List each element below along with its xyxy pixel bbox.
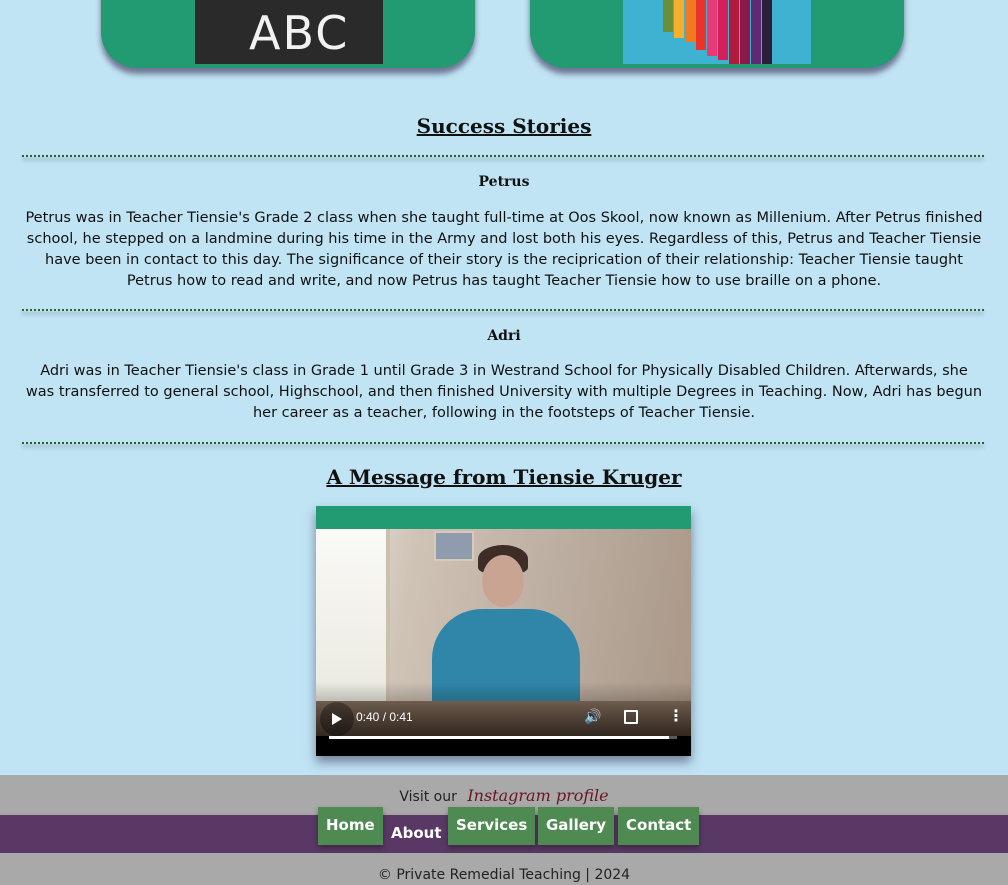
chalkboard-abc-image: ABC: [195, 0, 383, 64]
video-wall-picture: [434, 531, 474, 561]
play-icon[interactable]: [332, 713, 342, 725]
divider: [22, 309, 984, 311]
service-card-right: [530, 0, 904, 68]
nav-gallery[interactable]: Gallery: [538, 807, 615, 845]
divider: [22, 155, 984, 157]
instagram-link[interactable]: Instagram profile: [467, 786, 608, 805]
nav-services[interactable]: Services: [448, 807, 536, 845]
instagram-prefix: Visit our: [399, 789, 457, 805]
nav-about[interactable]: About: [383, 815, 450, 853]
footer-copyright: © Private Remedial Teaching | 2024: [377, 867, 631, 883]
chalkboard-text: ABC: [249, 6, 350, 60]
story-name-adri: Adri: [487, 328, 521, 344]
story-name-petrus: Petrus: [478, 174, 530, 190]
volume-icon[interactable]: 🔊: [584, 709, 601, 725]
main-nav: Home About Services Gallery Contact: [0, 807, 1008, 853]
nav-contact[interactable]: Contact: [618, 807, 700, 845]
message-title: A Message from Tiensie Kruger: [326, 465, 682, 489]
fullscreen-icon[interactable]: [624, 710, 638, 724]
video-top-bar: [316, 506, 691, 529]
nav-home[interactable]: Home: [318, 807, 383, 845]
story-text-adri: Adri was in Teacher Tiensie's class in G…: [25, 363, 983, 421]
colored-pencils-image: [623, 0, 811, 64]
footer: © Private Remedial Teaching | 2024: [0, 853, 1008, 885]
success-stories-title: Success Stories: [416, 114, 592, 138]
video-controls: 0:40 / 0:41 🔊 ⋮: [316, 682, 691, 739]
video-time: 0:40 / 0:41: [356, 710, 413, 724]
pencils-group: [663, 0, 773, 64]
service-card-left: ABC: [101, 0, 475, 68]
video-person-head: [482, 555, 524, 607]
divider: [22, 442, 984, 444]
more-options-icon[interactable]: ⋮: [668, 706, 684, 725]
story-text-petrus: Petrus was in Teacher Tiensie's Grade 2 …: [25, 210, 983, 289]
video-player[interactable]: 0:40 / 0:41 🔊 ⋮: [316, 506, 691, 756]
video-progress-fill: [329, 736, 669, 739]
video-progress-bar[interactable]: [329, 736, 677, 739]
instagram-line: Visit our Instagram profile: [0, 786, 1008, 805]
